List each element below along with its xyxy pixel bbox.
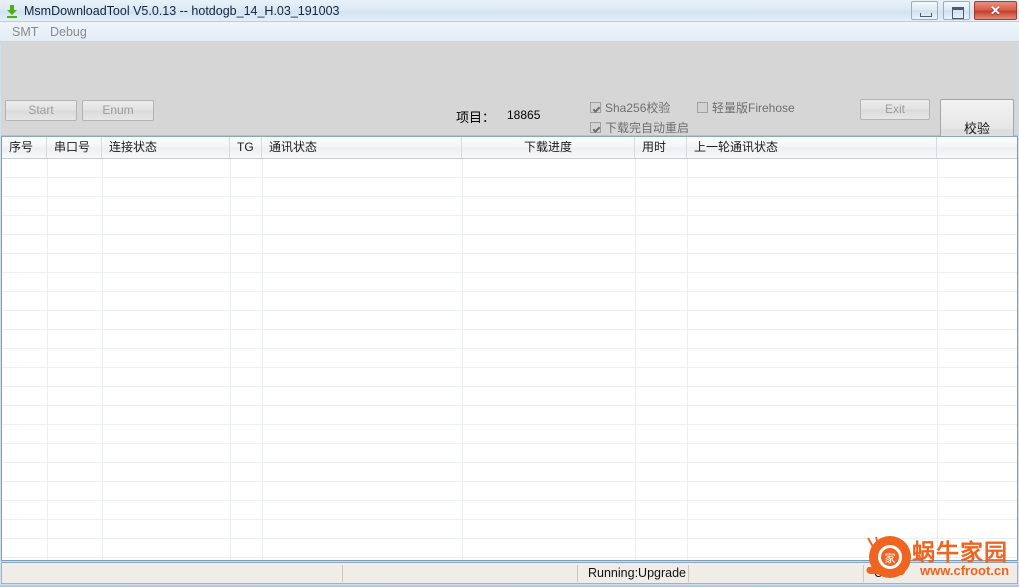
project-label: 项目： xyxy=(456,110,496,125)
minimize-button[interactable] xyxy=(911,1,939,20)
download-arrow-icon xyxy=(7,5,17,18)
table-row[interactable] xyxy=(2,216,1017,235)
status-panel-4 xyxy=(689,563,863,583)
table-row[interactable] xyxy=(2,178,1017,197)
table-row[interactable] xyxy=(2,406,1017,425)
column-header-elapsed[interactable]: 用时 xyxy=(635,137,687,158)
window-border-left xyxy=(0,43,1,587)
table-row[interactable] xyxy=(2,463,1017,482)
toolbar-panel: Start Enum 项目： 18865 Sha256校验 下载完自动重启 轻量… xyxy=(0,43,1019,173)
status-panel-5: U xyxy=(874,566,884,580)
window-title: MsmDownloadTool V5.0.13 -- hotdogb_14_H.… xyxy=(24,4,340,18)
table-row[interactable] xyxy=(2,349,1017,368)
column-header-progress[interactable]: 下载进度 xyxy=(462,137,635,158)
table-row[interactable] xyxy=(2,292,1017,311)
window-controls: ✕ xyxy=(910,1,1017,21)
table-row[interactable] xyxy=(2,254,1017,273)
table-row[interactable] xyxy=(2,197,1017,216)
table-row[interactable] xyxy=(2,539,1017,558)
column-header-port[interactable]: 串口号 xyxy=(47,137,102,158)
checkbox-lite-firehose-label: 轻量版Firehose xyxy=(712,101,795,115)
table-row[interactable] xyxy=(2,368,1017,387)
checkbox-lite-firehose-box xyxy=(697,102,708,113)
menu-bar: SMT Debug xyxy=(0,22,1019,42)
column-header-connection[interactable]: 连接状态 xyxy=(102,137,230,158)
column-header-index[interactable]: 序号 xyxy=(2,137,47,158)
table-body[interactable] xyxy=(2,159,1017,560)
table-row[interactable] xyxy=(2,444,1017,463)
application-window: MsmDownloadTool V5.0.13 -- hotdogb_14_H.… xyxy=(0,0,1019,587)
table-row[interactable] xyxy=(2,311,1017,330)
device-table: 序号 串口号 连接状态 TG 通讯状态 下载进度 用时 上一轮通讯状态 xyxy=(1,136,1018,561)
close-button[interactable]: ✕ xyxy=(974,1,1017,20)
maximize-icon xyxy=(951,7,964,19)
maximize-button[interactable] xyxy=(942,1,970,20)
exit-button[interactable]: Exit xyxy=(860,99,930,120)
menu-item-debug[interactable]: Debug xyxy=(44,24,93,40)
column-header-last-comm[interactable]: 上一轮通讯状态 xyxy=(687,137,937,158)
close-icon: ✕ xyxy=(990,3,1001,18)
project-value: 18865 xyxy=(507,108,541,122)
table-row[interactable] xyxy=(2,520,1017,539)
title-bar: MsmDownloadTool V5.0.13 -- hotdogb_14_H.… xyxy=(0,0,1019,22)
table-row[interactable] xyxy=(2,425,1017,444)
status-bar: Running:Upgrade U xyxy=(1,562,1018,584)
table-header-row: 序号 串口号 连接状态 TG 通讯状态 下载进度 用时 上一轮通讯状态 xyxy=(2,137,1017,159)
table-row[interactable] xyxy=(2,159,1017,178)
status-panel-2 xyxy=(343,563,577,583)
status-panel-1 xyxy=(2,563,342,583)
column-header-tg[interactable]: TG xyxy=(230,137,262,158)
enum-button[interactable]: Enum xyxy=(82,100,154,121)
checkbox-sha256[interactable]: Sha256校验 xyxy=(590,99,670,116)
table-row[interactable] xyxy=(2,387,1017,406)
checkbox-auto-reboot-box xyxy=(590,122,601,133)
column-header-comm-status[interactable]: 通讯状态 xyxy=(262,137,462,158)
checkbox-auto-reboot-label: 下载完自动重启 xyxy=(605,121,690,135)
checkbox-sha256-label: Sha256校验 xyxy=(605,101,671,115)
start-button[interactable]: Start xyxy=(5,100,77,121)
checkbox-auto-reboot[interactable]: 下载完自动重启 xyxy=(590,119,689,136)
table-row[interactable] xyxy=(2,330,1017,349)
column-header-extra[interactable] xyxy=(937,137,1017,158)
menu-item-smt[interactable]: SMT xyxy=(6,24,44,40)
checkbox-sha256-box xyxy=(590,102,601,113)
table-row[interactable] xyxy=(2,235,1017,254)
status-panel-running: Running:Upgrade xyxy=(588,566,686,580)
checkbox-lite-firehose[interactable]: 轻量版Firehose xyxy=(697,99,795,116)
table-row[interactable] xyxy=(2,501,1017,520)
table-row[interactable] xyxy=(2,482,1017,501)
minimize-icon xyxy=(920,13,933,17)
table-row[interactable] xyxy=(2,273,1017,292)
